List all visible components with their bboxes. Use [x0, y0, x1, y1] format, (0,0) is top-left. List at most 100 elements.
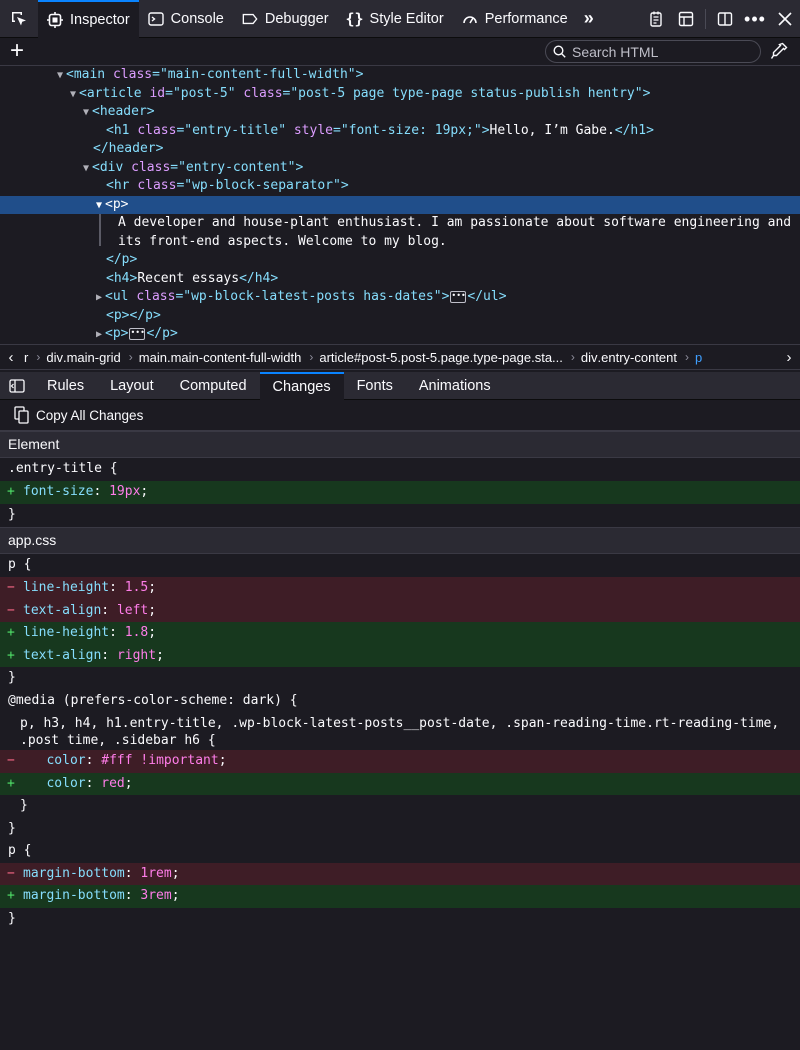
- search-icon: [553, 45, 566, 58]
- markup-tree: ▼ <main class="main-content-full-width"> …: [0, 66, 800, 344]
- eyedropper-button[interactable]: [770, 42, 792, 64]
- markup-node-h4[interactable]: <h4>Recent essays</h4>: [0, 270, 800, 289]
- more-horizontal-icon: •••: [744, 8, 766, 29]
- rule-close-brace: }: [8, 506, 16, 522]
- tab-changes[interactable]: Changes: [259, 371, 344, 400]
- media-query: @media (prefers-color-scheme: dark) {: [8, 692, 298, 708]
- markup-node-article[interactable]: ▼ <article id="post-5" class="post-5 page…: [0, 85, 800, 104]
- copy-all-changes-label: Copy All Changes: [36, 407, 144, 423]
- markup-node-h1[interactable]: <h1 class="entry-title" style="font-size…: [0, 122, 800, 141]
- options-menu-button[interactable]: •••: [740, 0, 770, 38]
- more-tabs-button[interactable]: »: [577, 0, 601, 38]
- breadcrumb-item[interactable]: div .main-grid: [40, 350, 128, 365]
- markup-node-p-selected[interactable]: ▼ <p>: [0, 195, 800, 216]
- search-html-input[interactable]: [572, 43, 752, 60]
- search-html-box[interactable]: [545, 40, 761, 63]
- markup-text-node[interactable]: A developer and house-plant enthusiast. …: [0, 214, 800, 233]
- copy-all-changes-button[interactable]: Copy All Changes: [0, 400, 800, 431]
- collapsed-arrow-icon[interactable]: ▶: [93, 289, 105, 308]
- breadcrumb-item[interactable]: div .entry-content: [575, 350, 685, 365]
- markup-node-main[interactable]: ▼ <main class="main-content-full-width">: [0, 66, 800, 85]
- element-picker-icon: [12, 11, 26, 25]
- notepad-icon: [650, 11, 662, 27]
- breadcrumb-item[interactable]: main .main-content-full-width: [133, 350, 310, 365]
- rule-selector: p {: [8, 557, 32, 572]
- removed-declaration: − line-height: 1.5;: [0, 577, 800, 600]
- rule-close-brace: }: [8, 670, 16, 685]
- selected-node-indent-bar: [99, 214, 101, 246]
- breadcrumb-item[interactable]: article #post-5.post-5.page.type-page.sta…: [313, 350, 571, 365]
- eyedropper-icon: [770, 42, 788, 59]
- tab-fonts[interactable]: Fonts: [344, 372, 406, 400]
- expand-arrow-icon[interactable]: ▼: [67, 86, 79, 105]
- rule-close-brace: }: [8, 910, 16, 926]
- tab-layout[interactable]: Layout: [97, 372, 167, 400]
- changes-source-header: Element: [0, 431, 800, 458]
- tab-inspector[interactable]: Inspector: [38, 0, 139, 38]
- markup-node-div[interactable]: ▼ <div class="entry-content">: [0, 159, 800, 178]
- changes-source-header: app.css: [0, 527, 800, 554]
- responsive-design-button[interactable]: [671, 0, 701, 38]
- tab-computed[interactable]: Computed: [167, 372, 260, 400]
- rule-selector: p, h3, h4, h1.entry-title, .wp-block-lat…: [20, 716, 780, 748]
- devtools-toolbar: Inspector Console Debugger {} Style Edit…: [0, 0, 800, 38]
- style-editor-icon: {}: [345, 9, 364, 28]
- markup-node-p-close[interactable]: </p>: [0, 251, 800, 270]
- plus-icon: +: [10, 37, 25, 64]
- removed-declaration: − margin-bottom: 1rem;: [0, 862, 800, 885]
- toolbar-divider: [705, 9, 706, 29]
- expand-arrow-icon[interactable]: ▼: [93, 197, 105, 216]
- markup-node-ul[interactable]: ▶ <ul class="wp-block-latest-posts has-da…: [0, 288, 800, 307]
- close-devtools-button[interactable]: [770, 0, 800, 38]
- chevron-right-icon[interactable]: ›: [778, 348, 800, 366]
- inspector-icon: [47, 11, 63, 28]
- markup-text-node[interactable]: its front-end aspects. Welcome to my blo…: [0, 233, 800, 252]
- collapsed-ellipsis-icon[interactable]: •••: [450, 290, 467, 303]
- tab-animations[interactable]: Animations: [406, 372, 504, 400]
- expand-arrow-icon[interactable]: ▼: [80, 104, 92, 123]
- markup-node-p[interactable]: ▶ <p> ••• </p>: [0, 325, 800, 344]
- rule-selector: .entry-title {: [8, 461, 118, 476]
- add-node-button[interactable]: +: [10, 37, 34, 64]
- markup-node-p-empty[interactable]: <p></p>: [0, 307, 800, 326]
- dock-button[interactable]: [710, 0, 740, 38]
- breadcrumb-item-current[interactable]: p: [689, 350, 710, 365]
- tab-label: Console: [170, 10, 224, 27]
- collapsed-ellipsis-icon[interactable]: •••: [129, 327, 146, 340]
- element-picker-button[interactable]: [0, 0, 38, 38]
- added-declaration: + margin-bottom: 3rem;: [0, 885, 800, 908]
- tab-label: Inspector: [70, 11, 130, 28]
- markup-node-hr[interactable]: <hr class="wp-block-separator">: [0, 177, 800, 196]
- collapsed-arrow-icon[interactable]: ▶: [93, 326, 105, 345]
- notes-button[interactable]: [641, 0, 671, 38]
- added-declaration: + color: red;: [0, 772, 800, 795]
- markup-node-header[interactable]: ▼ <header>: [0, 103, 800, 122]
- removed-declaration: − text-align: left;: [0, 599, 800, 622]
- breadcrumb-item[interactable]: r: [22, 350, 36, 365]
- inspector-search-bar: +: [0, 38, 800, 66]
- chevron-left-icon[interactable]: ‹: [0, 349, 22, 366]
- tab-debugger[interactable]: Debugger: [233, 0, 338, 38]
- tab-style-editor[interactable]: {} Style Editor: [338, 0, 453, 38]
- changes-panel: Copy All Changes Element .entry-title { …: [0, 400, 800, 1050]
- removed-declaration: − color: #fff !important;: [0, 750, 800, 773]
- console-icon: [147, 11, 164, 27]
- rule-selector: p {: [8, 843, 32, 858]
- performance-icon: [462, 11, 478, 27]
- media-close-brace: }: [8, 820, 16, 836]
- expand-arrow-icon[interactable]: ▼: [80, 160, 92, 179]
- sidebar-toggle-icon: [9, 378, 25, 393]
- debugger-icon: [242, 11, 258, 27]
- added-declaration: + font-size: 19px;: [0, 481, 800, 504]
- layout-icon: [678, 11, 694, 27]
- tab-rules[interactable]: Rules: [34, 372, 97, 400]
- dock-side-icon: [717, 12, 733, 26]
- toggle-sidebar-button[interactable]: [0, 372, 34, 400]
- tab-label: Style Editor: [369, 10, 444, 27]
- tab-console[interactable]: Console: [139, 0, 233, 38]
- double-chevron-right-icon: »: [583, 8, 594, 28]
- markup-node-header-close[interactable]: </header>: [0, 140, 800, 159]
- expand-arrow-icon[interactable]: ▼: [54, 67, 66, 86]
- tab-performance[interactable]: Performance: [453, 0, 577, 38]
- close-icon: [778, 12, 792, 26]
